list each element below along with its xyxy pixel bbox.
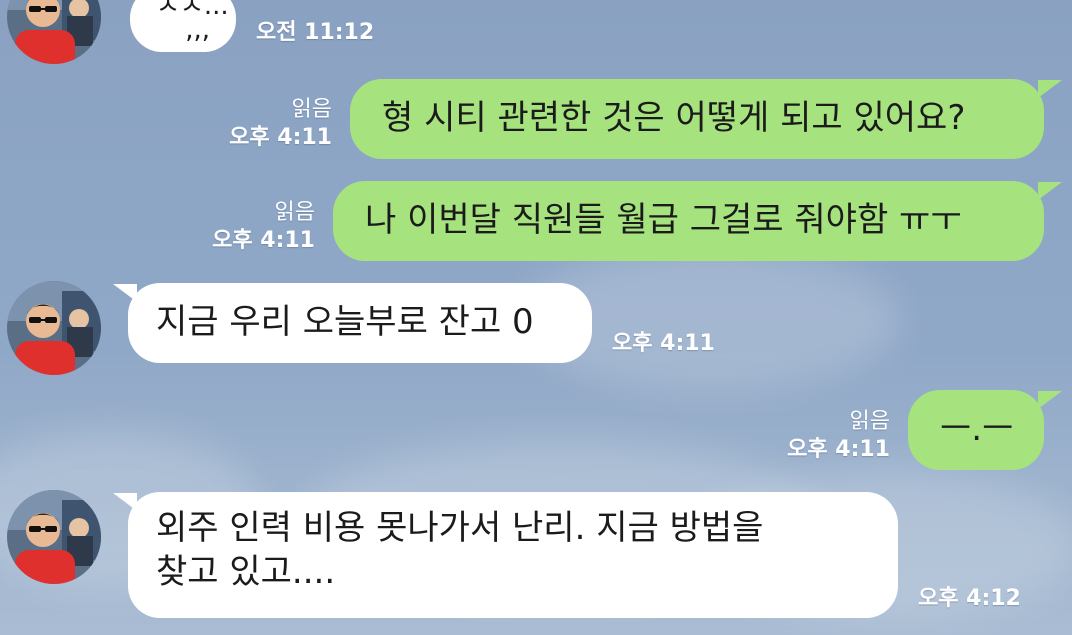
message-text: ㅡ.ㅡ: [940, 409, 1014, 449]
read-receipt: 읽음: [849, 409, 890, 434]
bubble-tail: [1038, 391, 1062, 409]
message-text: 찾고 있고....: [156, 552, 336, 592]
message-text: 지금 우리 오늘부로 잔고 0: [156, 302, 534, 342]
avatar[interactable]: [7, 0, 101, 64]
avatar[interactable]: [7, 490, 101, 584]
read-receipt: 읽음: [291, 97, 332, 122]
message-time: 오후 4:12: [918, 586, 1021, 611]
avatar[interactable]: [7, 281, 101, 375]
bubble-tail: [1038, 80, 1062, 98]
message-text: 외주 인력 비용 못나가서 난리. 지금 방법을: [156, 508, 764, 548]
message-bubble-incoming[interactable]: 지금 우리 오늘부로 잔고 0: [128, 283, 592, 363]
message-bubble-outgoing[interactable]: 형 시티 관련한 것은 어떻게 되고 있어요?: [350, 79, 1044, 159]
message-meta: 읽음 오후 4:11: [750, 408, 890, 464]
message-bubble-outgoing[interactable]: 나 이번달 직원들 월급 그걸로 줘야함 ㅠㅜ: [333, 181, 1044, 261]
message-text: 형 시티 관련한 것은 어떻게 되고 있어요?: [382, 98, 966, 138]
read-receipt: 읽음: [274, 200, 315, 225]
message-meta: 읽음 오후 4:11: [170, 199, 315, 255]
bubble-tail: [1038, 182, 1062, 200]
message-time: 오후 4:11: [212, 228, 315, 253]
message-bubble-incoming[interactable]: 외주 인력 비용 못나가서 난리. 지금 방법을 찾고 있고....: [128, 492, 898, 618]
message-time: 오전 11:12: [256, 20, 375, 45]
message-bubble-incoming[interactable]: ㅅㅅ... ,,,: [130, 0, 236, 52]
message-bubble-outgoing[interactable]: ㅡ.ㅡ: [908, 390, 1044, 470]
message-time: 오후 4:11: [787, 437, 890, 462]
message-time: 오후 4:11: [229, 125, 332, 150]
message-time: 오후 4:11: [612, 331, 715, 356]
message-text: ,,,: [185, 15, 210, 45]
message-text: 나 이번달 직원들 월급 그걸로 줘야함 ㅠㅜ: [365, 200, 962, 240]
message-meta: 읽음 오후 4:11: [190, 96, 332, 152]
